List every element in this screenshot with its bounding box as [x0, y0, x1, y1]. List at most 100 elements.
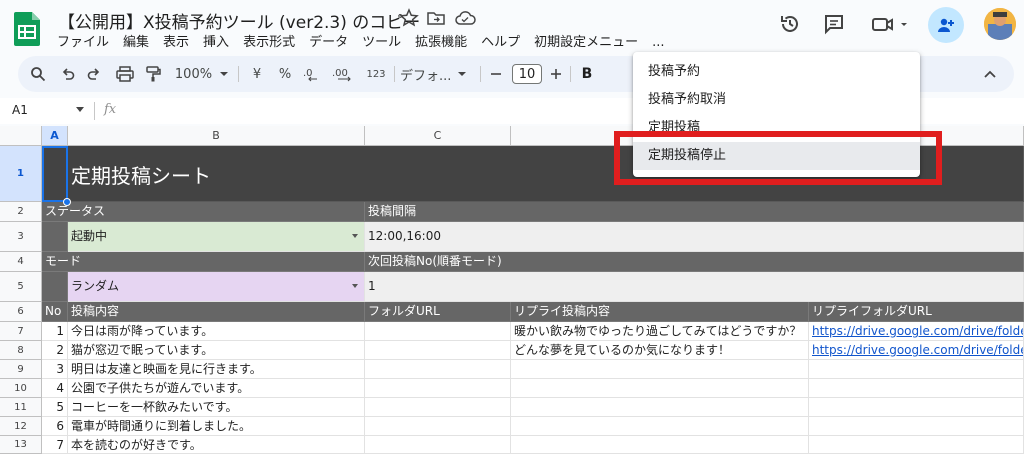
- column-header-a[interactable]: A: [42, 126, 68, 146]
- print-icon[interactable]: [112, 56, 138, 92]
- menu-more[interactable]: ...: [645, 33, 671, 53]
- meet-video-icon[interactable]: [870, 12, 912, 36]
- reply-content-cell[interactable]: 暖かい飲み物でゆったり過ごしてみてはどうですか？: [511, 322, 809, 341]
- dropdown-arrow-icon[interactable]: [352, 234, 358, 238]
- reply-content-cell[interactable]: [511, 417, 809, 436]
- post-content-cell[interactable]: 公園で子供たちが遊んでいます。: [68, 379, 365, 398]
- menu-help[interactable]: ヘルプ: [474, 33, 527, 53]
- column-header-b[interactable]: B: [68, 126, 365, 146]
- menu-item-periodic-post[interactable]: 定期投稿: [633, 114, 920, 142]
- increase-font-size-icon[interactable]: [546, 56, 566, 92]
- row-header-11[interactable]: 11: [0, 398, 42, 417]
- bold-button[interactable]: B: [576, 56, 598, 92]
- menu-initial-settings[interactable]: 初期設定メニュー: [527, 33, 645, 53]
- post-content-cell[interactable]: 本を読むのが好きです。: [68, 436, 365, 454]
- mode-dropdown-cell[interactable]: ランダム: [68, 272, 365, 302]
- percent-format-button[interactable]: %: [274, 56, 296, 92]
- reply-content-cell[interactable]: [511, 398, 809, 417]
- interval-label-cell[interactable]: 投稿間隔: [365, 202, 1024, 222]
- post-folder-url-cell[interactable]: [365, 436, 511, 454]
- fill-handle[interactable]: [63, 198, 71, 206]
- menu-insert[interactable]: 挿入: [196, 33, 236, 53]
- select-all-corner[interactable]: [0, 126, 42, 146]
- reply-content-cell[interactable]: [511, 379, 809, 398]
- row-header-2[interactable]: 2: [0, 202, 42, 222]
- reply-folder-url-link[interactable]: https://drive.google.com/drive/folders/1…: [809, 341, 1024, 360]
- menu-item-schedule-post[interactable]: 投稿予約: [633, 58, 920, 86]
- post-folder-url-cell[interactable]: [365, 322, 511, 341]
- row5-indent-cell[interactable]: [42, 272, 68, 302]
- post-content-cell[interactable]: コーヒーを一杯飲みたいです。: [68, 398, 365, 417]
- redo-icon[interactable]: [82, 56, 106, 92]
- interval-value-cell[interactable]: 12:00,16:00: [365, 222, 1024, 252]
- comment-icon[interactable]: [822, 12, 846, 36]
- reply-content-cell[interactable]: [511, 436, 809, 454]
- reply-folder-url-cell[interactable]: [809, 436, 1024, 454]
- undo-icon[interactable]: [56, 56, 80, 92]
- menu-item-stop-periodic-post[interactable]: 定期投稿停止: [633, 142, 920, 170]
- row-header-7[interactable]: 7: [0, 322, 42, 341]
- menu-view[interactable]: 表示: [156, 33, 196, 53]
- font-family-select[interactable]: デフォ...: [400, 56, 476, 92]
- post-folder-url-cell[interactable]: [365, 398, 511, 417]
- post-folder-url-cell[interactable]: [365, 417, 511, 436]
- header-no-cell[interactable]: No: [42, 302, 68, 322]
- reply-content-cell[interactable]: どんな夢を見ているのか気になります！: [511, 341, 809, 360]
- decrease-decimal-button[interactable]: .0: [300, 56, 328, 92]
- post-no-cell[interactable]: 1: [42, 322, 68, 341]
- star-icon[interactable]: [399, 8, 419, 28]
- reply-folder-url-cell[interactable]: [809, 398, 1024, 417]
- post-no-cell[interactable]: 2: [42, 341, 68, 360]
- search-menus-icon[interactable]: [26, 56, 50, 92]
- menu-data[interactable]: データ: [302, 33, 355, 53]
- reply-folder-url-link[interactable]: https://drive.google.com/drive/folders/1…: [809, 322, 1024, 341]
- post-no-cell[interactable]: 5: [42, 398, 68, 417]
- paint-format-icon[interactable]: [140, 56, 166, 92]
- next-post-value-cell[interactable]: 1: [365, 272, 1024, 302]
- dropdown-arrow-icon[interactable]: [352, 284, 358, 288]
- row3-indent-cell[interactable]: [42, 222, 68, 252]
- row-header-13[interactable]: 13: [0, 436, 42, 454]
- post-content-cell[interactable]: 今日は雨が降っています。: [68, 322, 365, 341]
- reply-content-cell[interactable]: [511, 360, 809, 379]
- menu-tools[interactable]: ツール: [355, 33, 408, 53]
- row-header-1[interactable]: 1: [0, 146, 42, 202]
- mode-label-cell[interactable]: モード: [42, 252, 365, 272]
- decrease-font-size-icon[interactable]: [486, 56, 506, 92]
- post-no-cell[interactable]: 3: [42, 360, 68, 379]
- row-header-4[interactable]: 4: [0, 252, 42, 272]
- post-no-cell[interactable]: 4: [42, 379, 68, 398]
- column-header-c[interactable]: C: [365, 126, 511, 146]
- post-folder-url-cell[interactable]: [365, 341, 511, 360]
- menu-format[interactable]: 表示形式: [236, 33, 302, 53]
- collapse-toolbar-icon[interactable]: [978, 56, 1002, 92]
- header-content-cell[interactable]: 投稿内容: [68, 302, 365, 322]
- cloud-saved-icon[interactable]: [454, 8, 476, 28]
- post-content-cell[interactable]: 電車が時間通りに到着しました。: [68, 417, 365, 436]
- move-folder-icon[interactable]: [426, 8, 446, 28]
- post-content-cell[interactable]: 猫が窓辺で眠っています。: [68, 341, 365, 360]
- reply-folder-url-cell[interactable]: [809, 417, 1024, 436]
- post-no-cell[interactable]: 6: [42, 417, 68, 436]
- row-header-3[interactable]: 3: [0, 222, 42, 252]
- share-button[interactable]: [928, 7, 964, 43]
- next-post-label-cell[interactable]: 次回投稿No(順番モード): [365, 252, 1024, 272]
- increase-decimal-button[interactable]: .00: [330, 56, 360, 92]
- header-reply-folder-url-cell[interactable]: リプライフォルダURL: [809, 302, 1024, 322]
- chevron-down-icon[interactable]: [76, 107, 84, 112]
- post-folder-url-cell[interactable]: [365, 360, 511, 379]
- menu-edit[interactable]: 編集: [116, 33, 156, 53]
- avatar[interactable]: [984, 8, 1016, 40]
- status-dropdown-cell[interactable]: 起動中: [68, 222, 365, 252]
- header-reply-content-cell[interactable]: リプライ投稿内容: [511, 302, 809, 322]
- document-title[interactable]: 【公開用】X投稿予約ツール (ver2.3) のコピー: [58, 8, 420, 33]
- row-header-10[interactable]: 10: [0, 379, 42, 398]
- reply-folder-url-cell[interactable]: [809, 360, 1024, 379]
- row-header-6[interactable]: 6: [0, 302, 42, 322]
- row-header-9[interactable]: 9: [0, 360, 42, 379]
- row-header-8[interactable]: 8: [0, 341, 42, 360]
- menu-item-cancel-schedule[interactable]: 投稿予約取消: [633, 86, 920, 114]
- font-size-input[interactable]: 10: [512, 64, 542, 84]
- number-format-button[interactable]: 123: [362, 56, 390, 92]
- sheets-logo-icon[interactable]: [14, 12, 40, 46]
